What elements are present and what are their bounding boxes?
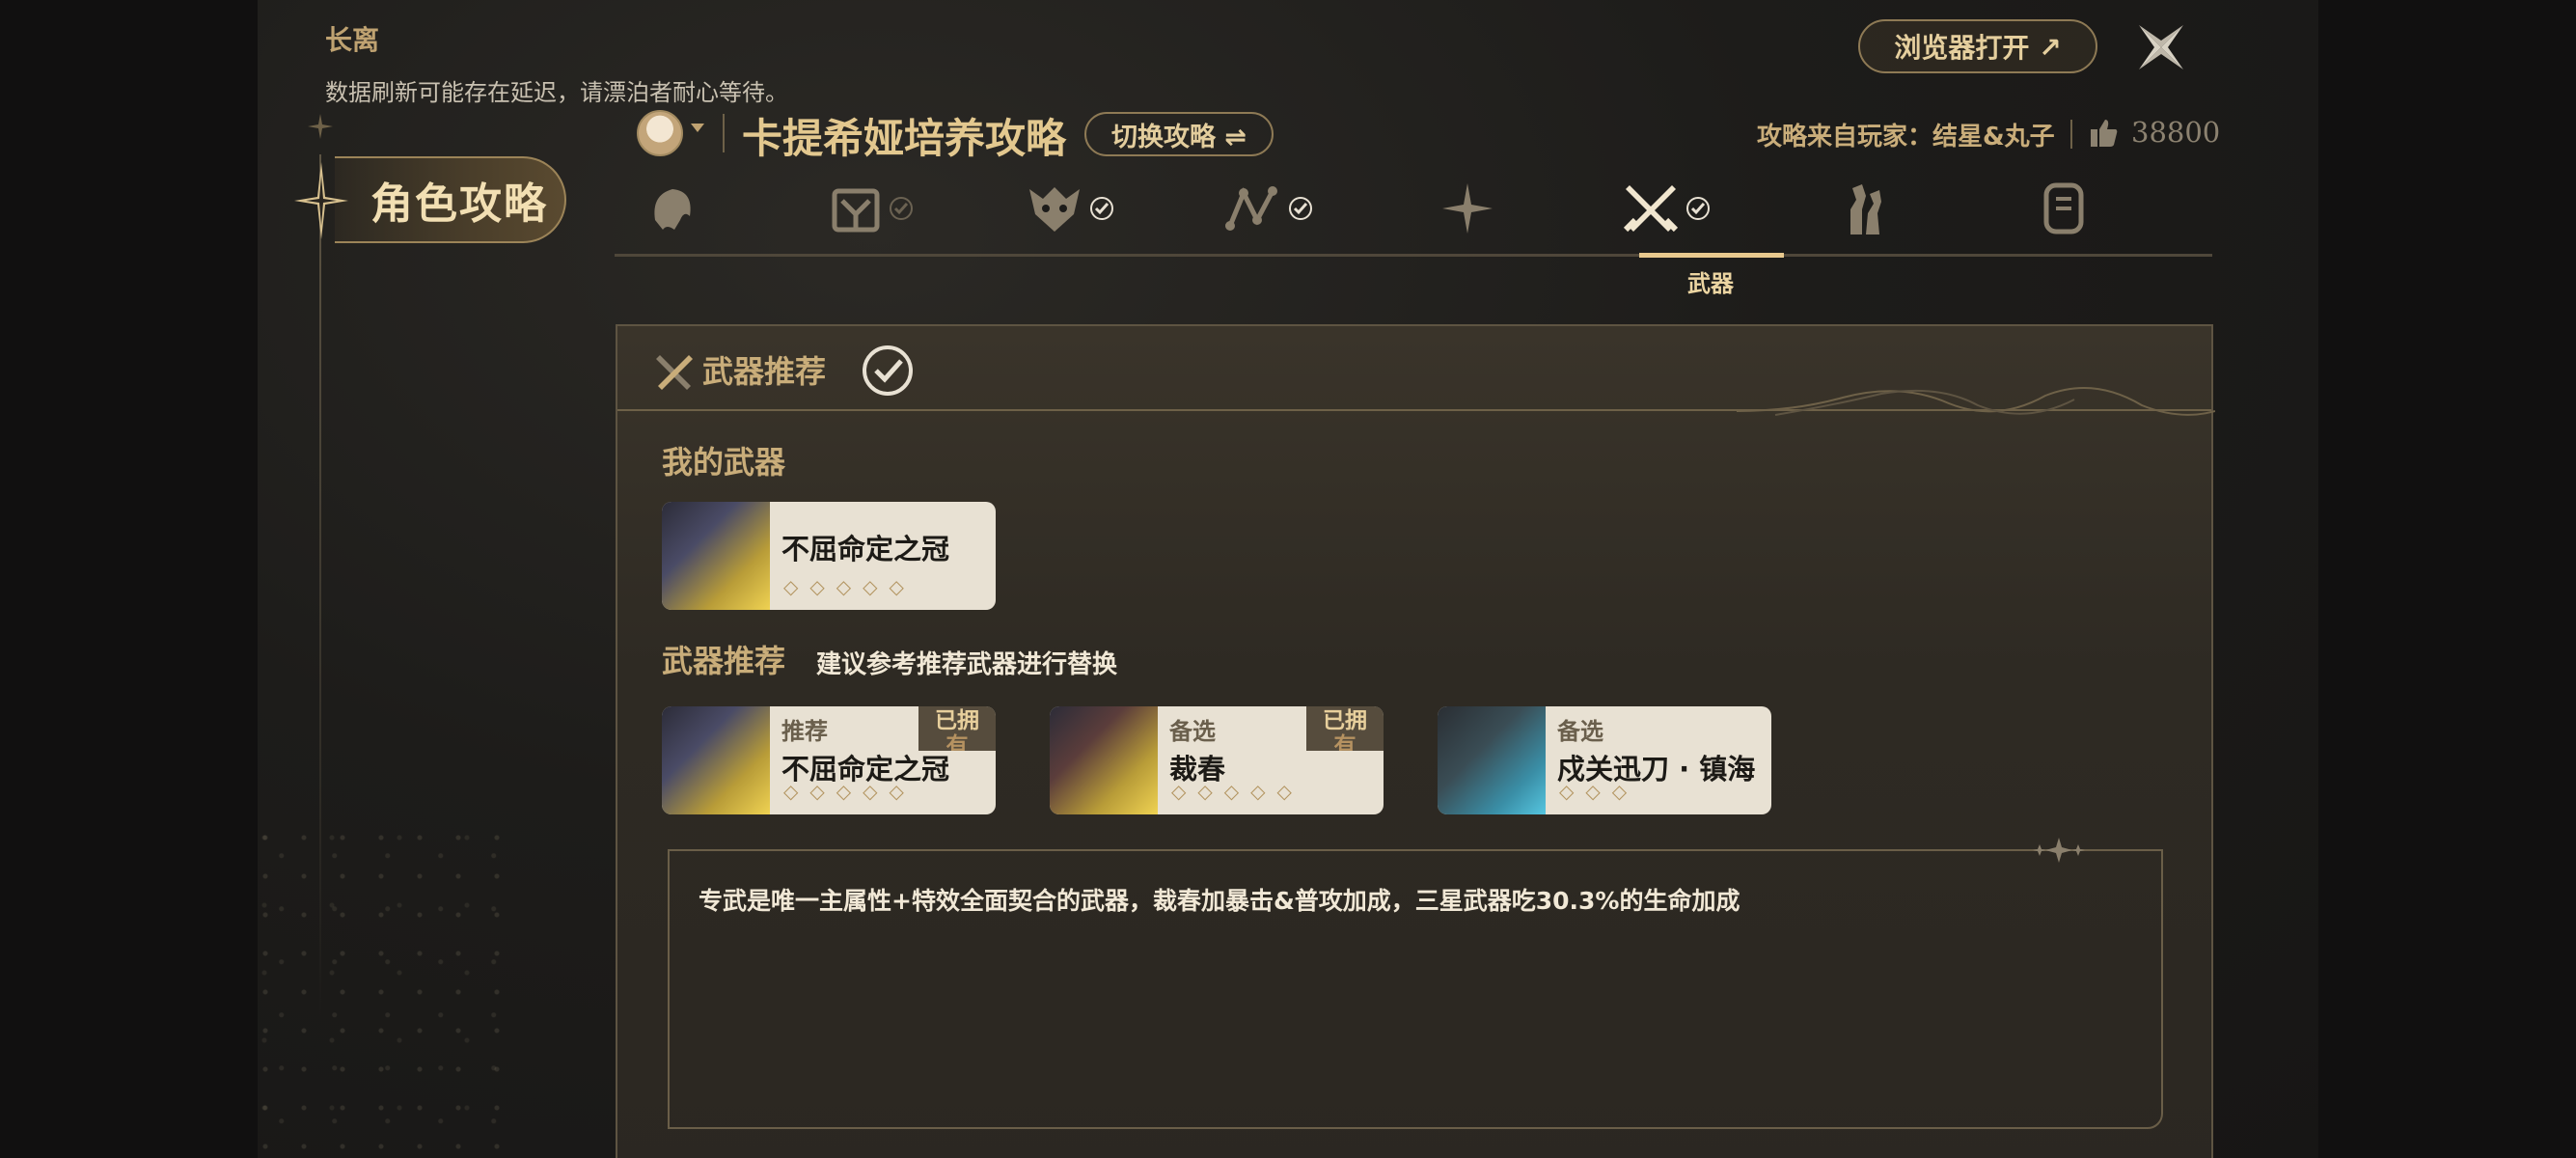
my-weapon-title: 我的武器 — [662, 444, 786, 481]
close-icon[interactable] — [2135, 21, 2187, 73]
guide-tabs — [615, 174, 2212, 255]
owned-badge-text-2: 有 — [945, 733, 969, 751]
weapon-note-box: 专武是唯一主属性+特效全面契合的武器，裁春加暴击&普攻加成，三星武器吃30.3%… — [668, 838, 2163, 1129]
check-icon — [863, 345, 913, 396]
weapon-recommend-panel: 武器推荐 我的武器 不屈命定之冠 ◇◇◇◇◇ 武器推荐 建议参考推荐武器进行替换… — [616, 324, 2215, 1158]
header-divider — [723, 114, 725, 152]
sparkle-star-icon — [1442, 183, 1493, 234]
nav-star-icon — [294, 162, 348, 239]
tab-underline — [615, 254, 2212, 257]
avatar[interactable] — [637, 110, 683, 156]
recommend-subtitle: 建议参考推荐武器进行替换 — [816, 650, 1118, 679]
tab-skill-tree[interactable] — [1211, 174, 1327, 243]
tab-resonance-chain[interactable] — [813, 174, 929, 243]
recommend-weapon-card[interactable]: 推荐 不屈命定之冠 ◇◇◇◇◇ 已拥有 — [662, 706, 996, 814]
owned-badge-text: 已拥 — [1323, 708, 1367, 733]
owned-badge: 已拥有 — [1306, 706, 1384, 751]
sparkle-icon — [308, 114, 333, 139]
weapon-rarity-stars: ◇◇◇◇◇ — [783, 575, 916, 598]
tab-weapon[interactable] — [1608, 174, 1724, 243]
recommend-weapon-card[interactable]: 备选 裁春 ◇◇◇◇◇ 已拥有 — [1050, 706, 1384, 814]
open-in-browser-button[interactable]: 浏览器打开 ↗ — [1858, 19, 2097, 73]
my-weapon-card[interactable]: 不屈命定之冠 ◇◇◇◇◇ — [662, 502, 996, 610]
team-figures-icon — [1850, 184, 1881, 234]
crossed-swords-icon — [1623, 185, 1679, 233]
active-tab-indicator — [1639, 253, 1784, 258]
weapon-image — [662, 706, 770, 814]
weapon-rarity-stars: ◇◇◇ — [1559, 780, 1639, 803]
check-icon — [1289, 197, 1312, 220]
recommend-title: 武器推荐 — [662, 643, 786, 679]
weapon-rarity-stars: ◇◇◇◇◇ — [783, 780, 916, 803]
source-divider — [2070, 120, 2072, 149]
nav-tab-label: 角色攻略 — [370, 179, 548, 229]
weapon-tag: 备选 — [1557, 718, 1603, 745]
tab-notes[interactable] — [2006, 174, 2122, 243]
document-icon — [2043, 182, 2084, 234]
owned-badge-text-2: 有 — [1333, 733, 1357, 751]
refresh-notice: 数据刷新可能存在延迟，请漂泊者耐心等待。 — [325, 79, 788, 106]
weapon-tag: 备选 — [1169, 718, 1216, 745]
owned-badge-text: 已拥 — [935, 708, 979, 733]
switch-guide-button[interactable]: 切换攻略 ⇌ — [1084, 112, 1274, 156]
weapon-rarity-stars: ◇◇◇◇◇ — [1171, 780, 1303, 803]
tab-team[interactable] — [1807, 174, 1923, 243]
check-icon — [1686, 197, 1710, 220]
character-head-icon — [654, 189, 691, 230]
chevron-down-icon[interactable] — [691, 124, 704, 132]
resonance-chain-icon — [832, 188, 880, 233]
owned-badge: 已拥有 — [918, 706, 996, 751]
weapon-image — [662, 502, 770, 610]
active-tab-label: 武器 — [1687, 270, 1734, 297]
sparkle-ornament-icon — [2033, 838, 2085, 863]
app-window: 长离 数据刷新可能存在延迟，请漂泊者耐心等待。 浏览器打开 ↗ 角色攻略 卡提希… — [258, 0, 2318, 1158]
echo-mask-icon — [1029, 187, 1080, 232]
weapon-image — [1438, 706, 1546, 814]
weapon-name: 不屈命定之冠 — [781, 533, 950, 565]
nav-divider-line — [319, 154, 321, 1023]
recommend-weapon-card[interactable]: 备选 戍关迅刀 · 镇海 ◇◇◇ — [1438, 706, 1771, 814]
weapon-tag: 推荐 — [781, 718, 828, 745]
wave-ornament — [1737, 387, 2215, 416]
like-count: 38800 — [2131, 116, 2221, 149]
app-title: 长离 — [325, 24, 380, 56]
weapon-note-text: 专武是唯一主属性+特效全面契合的武器，裁春加暴击&普攻加成，三星武器吃30.3%… — [699, 887, 1740, 915]
tab-character[interactable] — [615, 174, 730, 243]
panel-title: 武器推荐 — [702, 353, 827, 390]
nav-tab-character-guide[interactable]: 角色攻略 — [335, 156, 566, 243]
sword-icon — [656, 355, 693, 390]
tab-echo[interactable] — [1012, 174, 1128, 243]
weapon-image — [1050, 706, 1158, 814]
check-icon — [890, 197, 913, 220]
thumbs-up-icon[interactable] — [2091, 118, 2118, 147]
guide-source: 攻略来自玩家：结星&丸子 — [1757, 123, 2055, 152]
guide-title: 卡提希娅培养攻略 — [742, 115, 1067, 162]
tab-talent[interactable] — [1410, 174, 1525, 243]
skill-tree-icon — [1225, 186, 1277, 231]
background-speckle — [258, 811, 508, 1158]
check-icon — [1090, 197, 1113, 220]
